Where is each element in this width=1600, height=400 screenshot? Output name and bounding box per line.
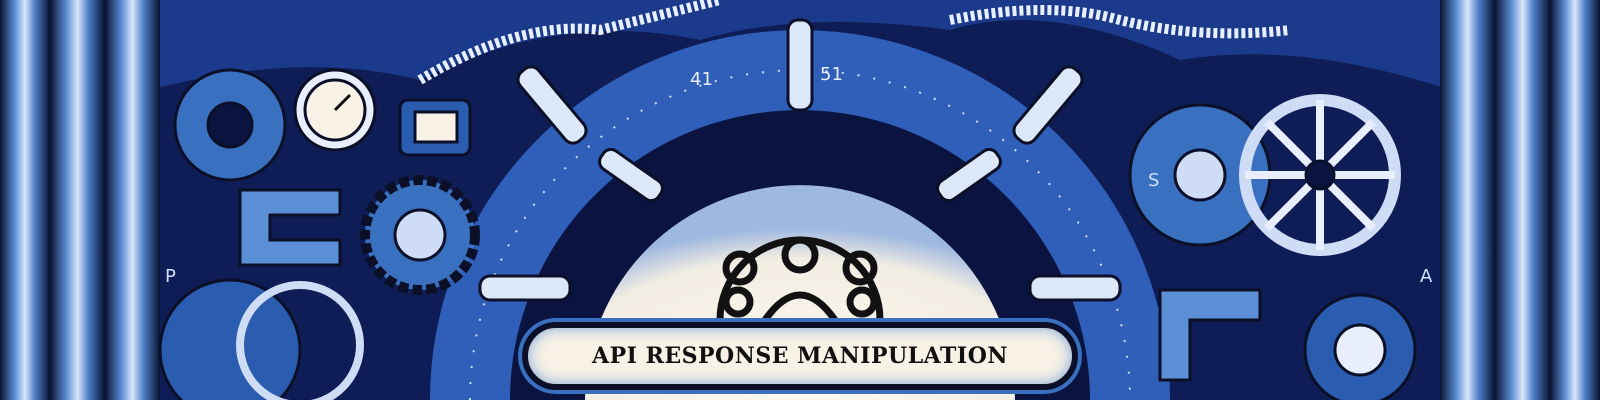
dial-label: 41 [690,69,713,90]
banner-illustration: 41 51 P A S API RESPONSE MANIPULATION [0,0,1600,400]
side-label: P [165,266,176,287]
banner-title: API RESPONSE MANIPULATION [592,343,1008,369]
curtain-left [0,0,160,400]
title-plate: API RESPONSE MANIPULATION [522,322,1078,390]
side-label: A [1420,266,1433,287]
side-label: S [1148,170,1159,191]
dial-label: 51 [820,64,843,85]
curtain-right [1440,0,1600,400]
